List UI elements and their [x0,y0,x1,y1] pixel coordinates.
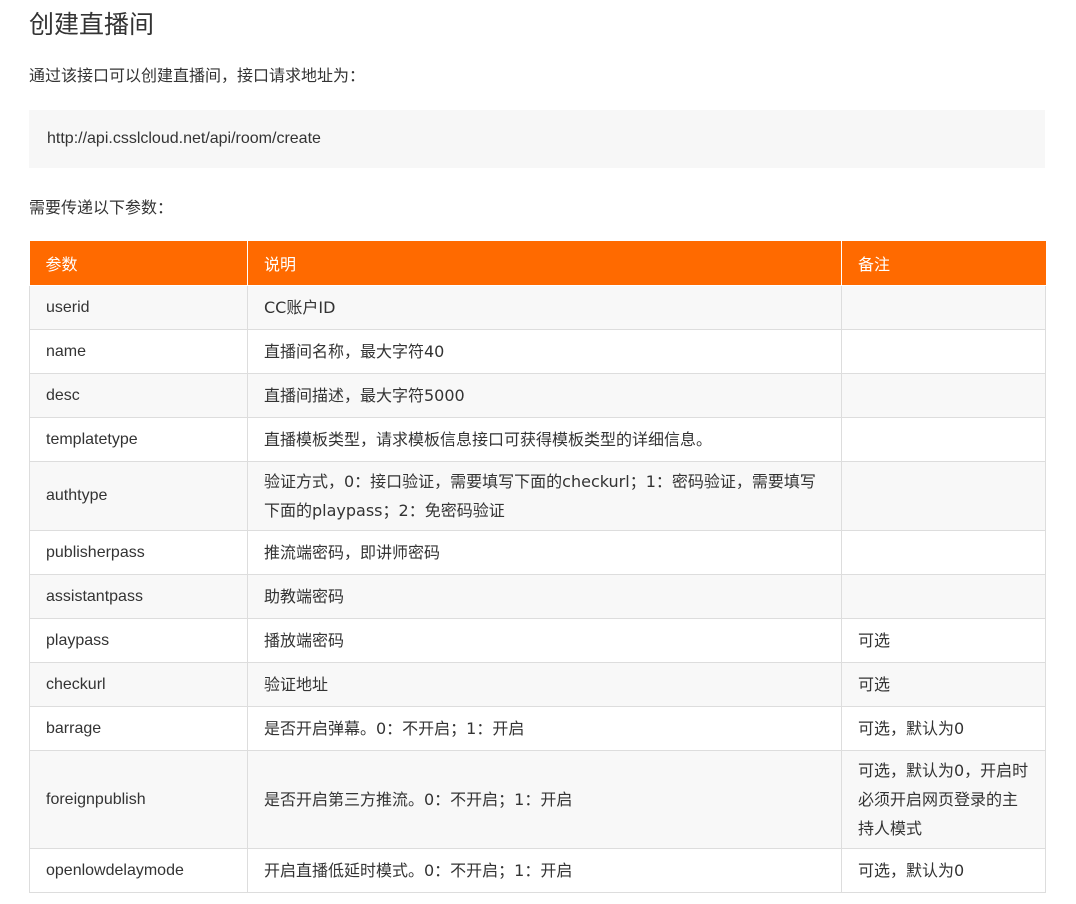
table-row: barrage 是否开启弹幕。0：不开启；1：开启 可选，默认为0 [29,705,1046,751]
table-row: foreignpublish 是否开启第三方推流。0：不开启；1：开启 可选，默… [29,749,1046,849]
param-note [841,460,1046,531]
document-page: 创建直播间 通过该接口可以创建直播间，接口请求地址为： http://api.c… [29,0,1046,893]
table-body: userid CC账户ID name 直播间名称，最大字符40 desc 直播间… [29,284,1046,893]
param-note: 可选 [841,661,1046,707]
param-desc: 播放端密码 [247,617,842,663]
table-row: desc 直播间描述，最大字符5000 [29,372,1046,418]
param-desc: 验证地址 [247,661,842,707]
param-name: userid [29,284,248,330]
param-desc: 是否开启弹幕。0：不开启；1：开启 [247,705,842,751]
param-desc: CC账户ID [247,284,842,330]
param-note: 可选 [841,617,1046,663]
param-desc: 验证方式，0：接口验证，需要填写下面的checkurl；1：密码验证，需要填写下… [247,460,842,531]
param-name: openlowdelaymode [29,847,248,893]
param-desc: 推流端密码，即讲师密码 [247,529,842,575]
param-name: foreignpublish [29,749,248,849]
param-name: playpass [29,617,248,663]
param-note: 可选，默认为0 [841,705,1046,751]
table-row: authtype 验证方式，0：接口验证，需要填写下面的checkurl；1：密… [29,460,1046,531]
param-name: assistantpass [29,573,248,619]
param-note [841,284,1046,330]
table-row: publisherpass 推流端密码，即讲师密码 [29,529,1046,575]
param-note [841,416,1046,462]
param-name: desc [29,372,248,418]
header-note: 备注 [841,241,1046,286]
param-desc: 直播间名称，最大字符40 [247,328,842,374]
table-row: checkurl 验证地址 可选 [29,661,1046,707]
param-note: 可选，默认为0，开启时必须开启网页登录的主持人模式 [841,749,1046,849]
params-label: 需要传递以下参数： [29,198,174,217]
header-description: 说明 [247,241,842,286]
param-name: authtype [29,460,248,531]
table-row: templatetype 直播模板类型，请求模板信息接口可获得模板类型的详细信息… [29,416,1046,462]
table-row: openlowdelaymode 开启直播低延时模式。0：不开启；1：开启 可选… [29,847,1046,893]
intro-text: 通过该接口可以创建直播间，接口请求地址为： [29,66,366,85]
header-param: 参数 [29,241,248,286]
param-note: 可选，默认为0 [841,847,1046,893]
param-note [841,573,1046,619]
page-title: 创建直播间 [29,10,155,39]
api-url: http://api.csslcloud.net/api/room/create [47,130,321,147]
param-desc: 直播模板类型，请求模板信息接口可获得模板类型的详细信息。 [247,416,842,462]
table-row: playpass 播放端密码 可选 [29,617,1046,663]
params-table: 参数 说明 备注 userid CC账户ID name 直播间名称，最大字符40… [29,241,1046,893]
param-desc: 是否开启第三方推流。0：不开启；1：开启 [247,749,842,849]
param-name: checkurl [29,661,248,707]
param-desc: 直播间描述，最大字符5000 [247,372,842,418]
param-name: templatetype [29,416,248,462]
param-name: name [29,328,248,374]
param-name: publisherpass [29,529,248,575]
param-note [841,328,1046,374]
param-desc: 助教端密码 [247,573,842,619]
table-row: userid CC账户ID [29,284,1046,330]
param-note [841,529,1046,575]
param-note [841,372,1046,418]
api-url-code-block: http://api.csslcloud.net/api/room/create [29,110,1045,168]
table-header-row: 参数 说明 备注 [29,241,1046,286]
table-row: name 直播间名称，最大字符40 [29,328,1046,374]
param-name: barrage [29,705,248,751]
table-row: assistantpass 助教端密码 [29,573,1046,619]
param-desc: 开启直播低延时模式。0：不开启；1：开启 [247,847,842,893]
